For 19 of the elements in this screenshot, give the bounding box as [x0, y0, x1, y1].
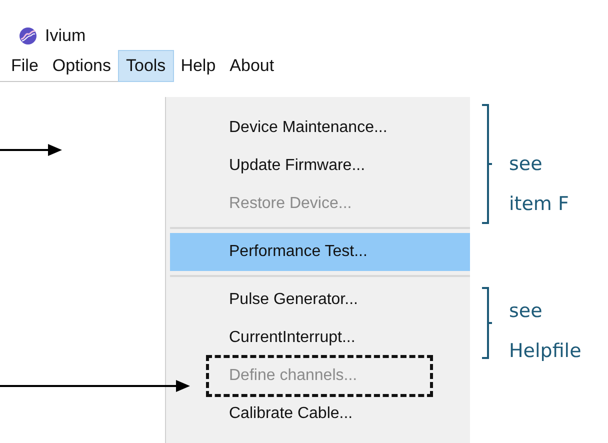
- menu-item[interactable]: Update Firmware...: [166, 147, 470, 185]
- menu-item[interactable]: Calibrate Cable...: [166, 395, 470, 433]
- menu-item[interactable]: CurrentInterrupt...: [166, 319, 470, 357]
- menu-item[interactable]: Device Maintenance...: [166, 109, 470, 147]
- menu-item[interactable]: Performance Test...: [170, 233, 470, 271]
- app-logo-icon: [19, 27, 37, 45]
- window-title: Ivium: [45, 25, 86, 48]
- menu-bar-item[interactable]: About: [222, 50, 282, 82]
- menu-bar-item[interactable]: Help: [174, 50, 223, 82]
- annotation-text: see: [509, 299, 544, 324]
- menu-item[interactable]: Pulse Generator...: [166, 281, 470, 319]
- menu-bar-item[interactable]: Tools: [118, 50, 174, 82]
- annotation-text: see: [509, 152, 544, 177]
- menu-bar-item[interactable]: Options: [45, 50, 118, 82]
- menu-bar-item[interactable]: File: [4, 50, 46, 82]
- arrow: [0, 144, 62, 156]
- annotation-text: Helpfile: [509, 339, 582, 364]
- bracket: [482, 287, 492, 359]
- annotation-text: item F: [509, 192, 569, 217]
